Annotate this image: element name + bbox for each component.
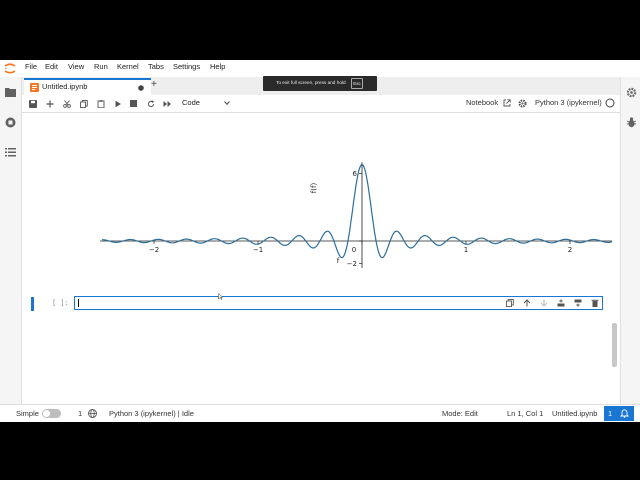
insert-cell-plus-icon[interactable] — [44, 98, 55, 109]
y-tick-label: 6 — [353, 170, 358, 178]
folder-icon[interactable] — [3, 85, 17, 99]
menu-bar: File Edit View Run Kernel Tabs Settings … — [0, 60, 640, 77]
x-tick-label: 0 — [352, 246, 356, 254]
simple-mode-toggle[interactable] — [42, 409, 61, 418]
property-inspector-gear-icon[interactable] — [624, 85, 638, 99]
plot-output: −2 −1 0 1 2 6 −2 f(f) f — [100, 162, 612, 268]
running-kernels-icon[interactable] — [3, 115, 17, 129]
copy-icon[interactable] — [78, 98, 89, 109]
run-cell-icon[interactable] — [112, 98, 123, 109]
esc-key-badge: Esc — [351, 78, 363, 89]
active-cell-indicator — [31, 297, 34, 311]
mouse-cursor-icon — [218, 293, 223, 300]
move-cell-up-arrow-icon[interactable] — [523, 299, 531, 307]
kernel-status[interactable]: Python 3 (ipykernel) | Idle — [109, 409, 194, 418]
cell-type-select[interactable]: Code — [182, 98, 200, 107]
menu-help[interactable]: Help — [210, 62, 225, 71]
notebook-scrollbar-thumb[interactable] — [612, 323, 617, 367]
delete-cell-trash-icon[interactable] — [591, 299, 599, 307]
menu-edit[interactable]: Edit — [45, 62, 58, 71]
cursor-position[interactable]: Ln 1, Col 1 — [507, 409, 543, 418]
duplicate-cell-icon[interactable] — [506, 299, 514, 307]
menu-run[interactable]: Run — [94, 62, 108, 71]
menu-tabs[interactable]: Tabs — [148, 62, 164, 71]
notebook-toolbar: Code Notebook Python 3 (ipykernel) — [22, 95, 620, 113]
current-file-name: Untitled.ipynb — [552, 409, 598, 418]
chevron-down-icon[interactable] — [224, 101, 230, 105]
menu-file[interactable]: File — [25, 62, 37, 71]
external-link-icon[interactable] — [503, 99, 511, 107]
x-tick-label: −2 — [149, 246, 159, 254]
simple-mode-label: Simple — [16, 409, 39, 418]
y-tick-label: −2 — [347, 260, 357, 268]
x-tick-label: −1 — [253, 246, 263, 254]
kernel-settings-gear-icon[interactable] — [518, 99, 527, 108]
fullscreen-exit-tooltip: To exit full screen, press and hold Esc — [263, 76, 377, 91]
globe-icon[interactable] — [88, 409, 97, 418]
insert-cell-above-icon[interactable] — [557, 299, 565, 307]
open-in-notebook-link[interactable]: Notebook — [466, 98, 498, 107]
x-tick-label: 2 — [568, 246, 572, 254]
insert-cell-below-icon[interactable] — [574, 299, 582, 307]
interrupt-stop-icon[interactable] — [128, 98, 139, 109]
code-cell-editor[interactable] — [74, 296, 603, 310]
cell-prompt: [ ]: — [52, 299, 69, 307]
bell-icon — [620, 409, 629, 418]
edit-mode-status: Mode: Edit — [442, 409, 478, 418]
tab-title: Untitled.ipynb — [42, 82, 88, 91]
left-sidebar — [0, 77, 22, 421]
status-bar: Simple 1 Python 3 (ipykernel) | Idle Mod… — [0, 404, 640, 422]
jupyter-app: File Edit View Run Kernel Tabs Settings … — [0, 60, 640, 422]
restart-run-all-icon[interactable] — [162, 98, 173, 109]
menu-kernel[interactable]: Kernel — [117, 62, 139, 71]
menu-view[interactable]: View — [68, 62, 84, 71]
x-tick-label: 1 — [464, 246, 468, 254]
text-cursor — [78, 299, 79, 307]
tab-untitled-ipynb[interactable]: Untitled.ipynb — [24, 78, 151, 95]
save-icon[interactable] — [27, 98, 38, 109]
y-axis-label: f(f) — [310, 183, 318, 194]
unsaved-dot-icon[interactable] — [138, 85, 144, 91]
plot-ticks: −2 −1 0 1 2 6 −2 — [149, 170, 572, 268]
cut-scissors-icon[interactable] — [61, 98, 72, 109]
move-cell-down-arrow-icon[interactable] — [540, 299, 548, 307]
paste-clipboard-icon[interactable] — [95, 98, 106, 109]
debugger-icon[interactable] — [624, 115, 638, 129]
plot-series-line — [102, 163, 612, 259]
table-of-contents-icon[interactable] — [3, 145, 17, 159]
restart-kernel-icon[interactable] — [145, 98, 156, 109]
right-sidebar — [620, 77, 640, 421]
kernel-idle-circle-icon — [605, 98, 615, 108]
terminals-count[interactable]: 1 — [78, 409, 82, 418]
notebook-file-icon — [30, 83, 39, 92]
notifications-badge[interactable]: 1 — [604, 406, 634, 421]
x-axis-label: f — [337, 257, 340, 265]
tooltip-text: To exit full screen, press and hold — [276, 80, 346, 85]
jupyter-logo-icon — [4, 63, 16, 74]
menu-settings[interactable]: Settings — [173, 62, 200, 71]
notebook-panel: −2 −1 0 1 2 6 −2 f(f) f [ ]: — [22, 113, 620, 403]
kernel-name-button[interactable]: Python 3 (ipykernel) — [535, 98, 602, 107]
new-tab-button[interactable]: + — [151, 79, 157, 90]
